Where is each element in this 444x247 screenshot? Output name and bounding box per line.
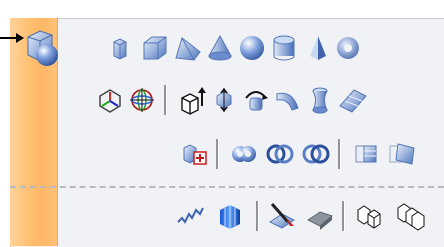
surface-icon[interactable] bbox=[336, 84, 368, 116]
top-strip bbox=[0, 0, 444, 10]
torus-icon[interactable] bbox=[332, 32, 364, 64]
array-object-icon[interactable] bbox=[394, 200, 426, 232]
pyramid-icon[interactable] bbox=[302, 32, 334, 64]
box-icon[interactable] bbox=[104, 32, 136, 64]
boolean-subtract-icon[interactable] bbox=[300, 138, 332, 170]
mesh-smooth-icon[interactable] bbox=[350, 138, 382, 170]
extrude-icon[interactable] bbox=[176, 84, 208, 116]
mesh-transform-icon[interactable] bbox=[386, 138, 418, 170]
toolbar-separator bbox=[256, 201, 259, 231]
globe-axes-icon[interactable] bbox=[126, 84, 158, 116]
wedge-icon[interactable] bbox=[172, 32, 204, 64]
add-to-object-icon[interactable] bbox=[178, 138, 210, 170]
bevel-icon[interactable] bbox=[214, 200, 246, 232]
toolbar-separator bbox=[342, 201, 345, 231]
sweep-icon[interactable] bbox=[272, 84, 304, 116]
coordinate-system-icon[interactable] bbox=[94, 84, 126, 116]
loft-icon[interactable] bbox=[304, 84, 336, 116]
move-along-icon[interactable] bbox=[208, 84, 240, 116]
toolbar-divider-dashed bbox=[10, 186, 444, 188]
cube-icon[interactable] bbox=[138, 32, 170, 64]
slice-icon[interactable] bbox=[266, 200, 298, 232]
boolean-union-icon[interactable] bbox=[228, 138, 260, 170]
revolve-icon[interactable] bbox=[240, 84, 272, 116]
boolean-intersection-icon[interactable] bbox=[264, 138, 296, 170]
toolbar-row-1 bbox=[0, 28, 444, 68]
sphere-icon[interactable] bbox=[236, 32, 268, 64]
eraser-icon[interactable] bbox=[304, 200, 336, 232]
cylinder-icon[interactable] bbox=[268, 32, 300, 64]
toolbar-separator bbox=[338, 139, 341, 169]
toolbar-row-3 bbox=[0, 134, 444, 174]
noise-icon[interactable] bbox=[174, 200, 206, 232]
toolbar-row-4 bbox=[0, 196, 444, 236]
toolbar-separator bbox=[216, 139, 219, 169]
toolbar-row-2 bbox=[0, 80, 444, 120]
copy-object-icon[interactable] bbox=[354, 200, 386, 232]
cone-icon[interactable] bbox=[204, 32, 236, 64]
toolbar-separator bbox=[164, 85, 167, 115]
